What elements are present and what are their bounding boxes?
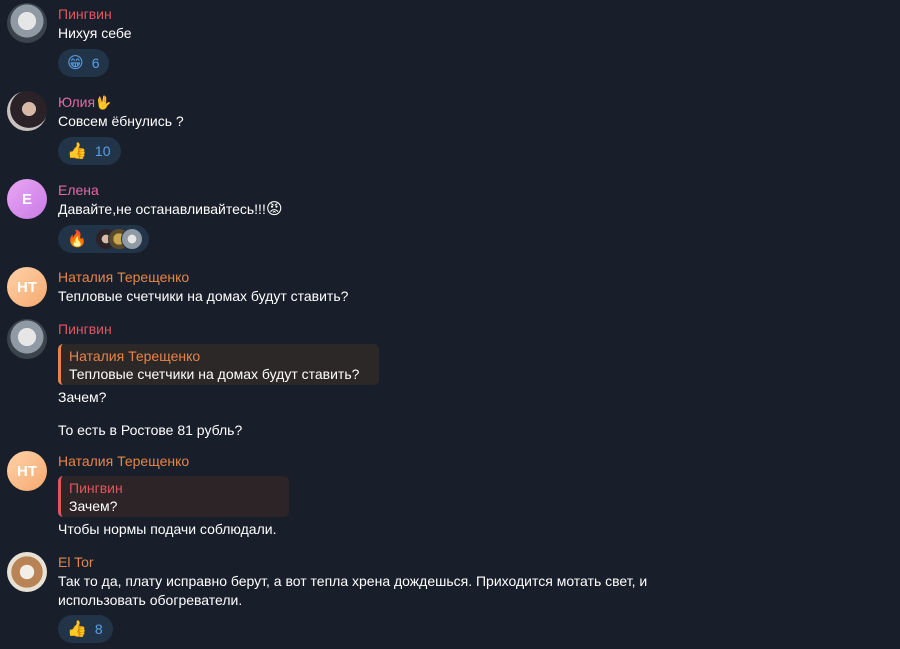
reply-author: Пингвин [69, 480, 123, 496]
message-text: Нихуя себе [58, 25, 132, 41]
author-name[interactable]: Наталия Терещенко [58, 452, 189, 470]
message-text: использовать обогреватели. [58, 592, 243, 608]
message-text: Тепловые счетчики на домах будут ставить… [58, 288, 349, 304]
message-text: Давайте,не останавливайтесь!!!😡 [58, 200, 838, 219]
reply-text: Зачем? [69, 498, 118, 514]
message-text-body: Давайте,не останавливайтесь!!! [58, 201, 266, 217]
author-name[interactable]: Юлия🖖 [58, 93, 111, 111]
reaction-chip[interactable]: 👍 10 [58, 137, 121, 165]
reaction-count: 8 [94, 621, 103, 637]
reaction-chip[interactable]: 🔥 [58, 225, 149, 253]
avatar[interactable] [7, 552, 47, 592]
reaction-count: 10 [94, 143, 111, 159]
avatar[interactable]: Е [7, 179, 47, 219]
reply-quote[interactable]: Наталия Терещенко Тепловые счетчики на д… [58, 344, 379, 385]
author-name[interactable]: Наталия Терещенко [58, 268, 189, 286]
author-name[interactable]: Елена [58, 181, 99, 199]
angry-face-icon: 😡 [265, 199, 283, 218]
avatar[interactable] [7, 3, 47, 43]
fire-icon: 🔥 [67, 229, 87, 248]
author-name[interactable]: Пингвин [58, 5, 112, 23]
vulcan-salute-icon: 🖖 [95, 96, 112, 111]
message-text: Совсем ёбнулись ? [58, 113, 184, 129]
message-text: Чтобы нормы подачи соблюдали. [58, 521, 277, 537]
reply-author: Наталия Терещенко [69, 348, 201, 364]
reactor-avatars [94, 228, 143, 250]
reaction-chip[interactable]: 😁 6 [58, 49, 110, 77]
message-text: Зачем? [58, 389, 107, 405]
reactor-avatar [120, 228, 143, 250]
avatar[interactable]: НТ [7, 267, 47, 307]
thumbs-up-icon: 👍 [67, 619, 87, 638]
reply-quote[interactable]: Пингвин Зачем? [58, 476, 289, 517]
avatar[interactable] [7, 91, 47, 131]
author-name[interactable]: Пингвин [58, 320, 112, 338]
message-text: Так то да, плату исправно берут, а вот т… [58, 573, 648, 589]
reaction-chip[interactable]: 👍 8 [58, 615, 113, 643]
reaction-count: 6 [91, 55, 100, 71]
reply-text: Тепловые счетчики на домах будут ставить… [69, 366, 360, 382]
grin-emoji-icon: 😁 [67, 53, 84, 72]
author-name-text: Юлия [58, 94, 96, 110]
avatar[interactable] [7, 319, 47, 359]
author-name[interactable]: El Tor [58, 553, 94, 571]
message-text: То есть в Ростове 81 рубль? [58, 422, 243, 438]
thumbs-up-icon: 👍 [67, 141, 87, 160]
avatar[interactable]: НТ [7, 451, 47, 491]
